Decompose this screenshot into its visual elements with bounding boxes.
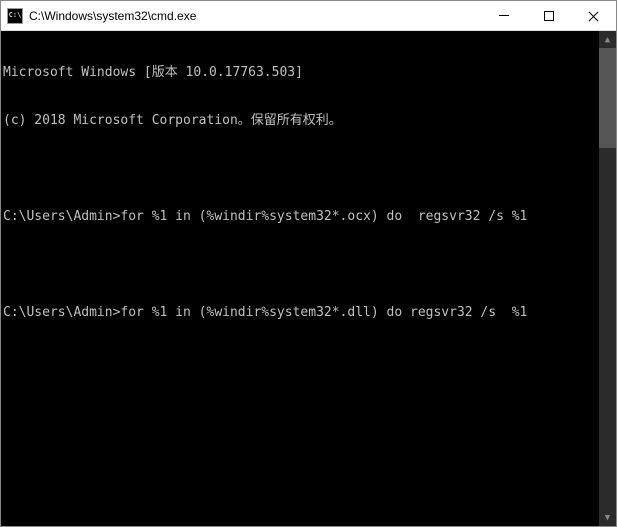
window-controls (481, 1, 616, 30)
cmd-icon: C:\ (7, 8, 23, 24)
terminal-line (3, 161, 616, 177)
cmd-icon-text: C:\ (9, 12, 22, 19)
scrollbar-down-arrow-icon[interactable]: ▼ (599, 509, 616, 526)
window-title: C:\Windows\system32\cmd.exe (29, 9, 481, 23)
scrollbar[interactable]: ▲ ▼ (599, 31, 616, 526)
scrollbar-thumb[interactable] (599, 48, 616, 148)
terminal-line: C:\Users\Admin>for %1 in (%windir%system… (3, 209, 616, 225)
terminal-line: Microsoft Windows [版本 10.0.17763.503] (3, 65, 616, 81)
close-icon (589, 11, 599, 21)
terminal-line: C:\Users\Admin>for %1 in (%windir%system… (3, 305, 616, 321)
minimize-button[interactable] (481, 1, 526, 30)
titlebar[interactable]: C:\ C:\Windows\system32\cmd.exe (1, 1, 616, 31)
terminal-area[interactable]: Microsoft Windows [版本 10.0.17763.503] (c… (1, 31, 616, 526)
close-button[interactable] (571, 1, 616, 30)
terminal-line (3, 353, 616, 369)
scrollbar-up-arrow-icon[interactable]: ▲ (599, 31, 616, 48)
maximize-button[interactable] (526, 1, 571, 30)
maximize-icon (544, 11, 554, 21)
minimize-icon (499, 15, 509, 16)
terminal-line: (c) 2018 Microsoft Corporation。保留所有权利。 (3, 113, 616, 129)
terminal-line (3, 257, 616, 273)
